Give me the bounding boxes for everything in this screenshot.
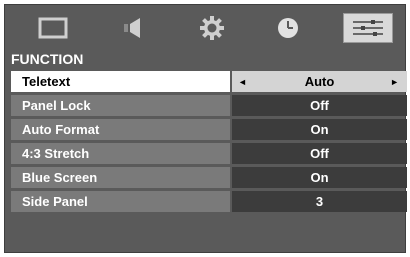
setting-value: On: [232, 167, 407, 188]
setting-label: Side Panel: [11, 191, 230, 212]
menu-tabs: [5, 5, 405, 51]
section-title: FUNCTION: [11, 51, 84, 67]
setting-row-auto-format[interactable]: Auto Format On: [11, 119, 407, 140]
tab-function[interactable]: [343, 13, 393, 43]
gear-icon: [200, 16, 224, 40]
setting-row-teletext[interactable]: Teletext ◄ Auto ►: [11, 71, 407, 92]
setting-value: Auto: [304, 74, 335, 89]
setting-label: Auto Format: [11, 119, 230, 140]
tab-setup[interactable]: [197, 13, 227, 43]
sliders-icon: [353, 20, 383, 36]
setting-row-blue-screen[interactable]: Blue Screen On: [11, 167, 407, 188]
setting-value: 3: [232, 191, 407, 212]
tv-menu-screen: FUNCTION Teletext ◄ Auto ► Panel Lock Of…: [4, 4, 407, 253]
setting-label: Blue Screen: [11, 167, 230, 188]
setting-row-stretch[interactable]: 4:3 Stretch Off: [11, 143, 407, 164]
tab-picture[interactable]: [35, 13, 71, 43]
setting-value: Off: [232, 95, 407, 116]
setting-value-selector[interactable]: ◄ Auto ►: [232, 71, 407, 92]
picture-icon: [38, 17, 68, 39]
setting-row-side-panel[interactable]: Side Panel 3: [11, 191, 407, 212]
speaker-icon: [124, 18, 140, 38]
setting-label: Panel Lock: [11, 95, 230, 116]
setting-label: Teletext: [11, 71, 230, 92]
setting-row-panel-lock[interactable]: Panel Lock Off: [11, 95, 407, 116]
setting-value: On: [232, 119, 407, 140]
arrow-right-icon[interactable]: ►: [390, 77, 399, 87]
tab-sound[interactable]: [117, 13, 147, 43]
setting-label: 4:3 Stretch: [11, 143, 230, 164]
clock-icon: [278, 18, 298, 38]
setting-value: Off: [232, 143, 407, 164]
arrow-left-icon[interactable]: ◄: [238, 77, 247, 87]
tab-timer[interactable]: [273, 13, 303, 43]
